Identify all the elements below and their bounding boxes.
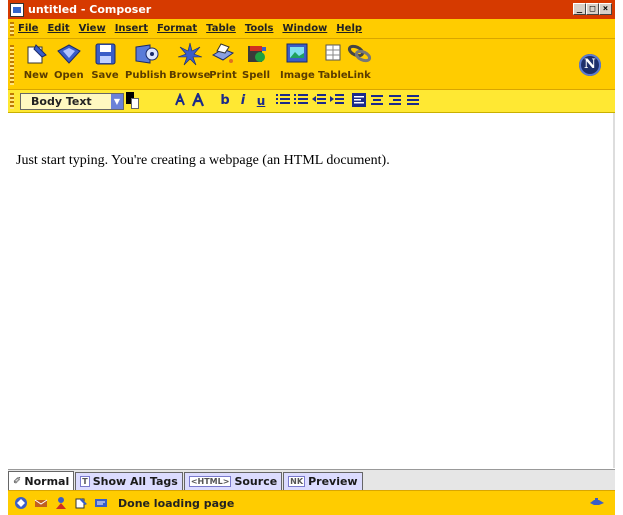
save-label: Save bbox=[91, 70, 119, 81]
spell-label: Spell bbox=[242, 70, 270, 81]
tab-source-label: Source bbox=[234, 475, 278, 488]
composer-icon[interactable] bbox=[74, 496, 88, 510]
menu-format[interactable]: Format bbox=[157, 23, 197, 34]
smaller-font-icon[interactable] bbox=[174, 92, 188, 109]
format-toolbar-grip[interactable] bbox=[10, 93, 14, 109]
spellcheck-icon bbox=[248, 46, 266, 62]
format-toolbar: Body Text ▼ b i u bbox=[8, 90, 615, 113]
larger-font-icon[interactable] bbox=[191, 91, 208, 109]
open-folder-icon bbox=[56, 44, 81, 64]
text-color-swatch[interactable] bbox=[126, 92, 140, 110]
menu-table[interactable]: Table bbox=[206, 23, 236, 34]
bold-icon[interactable]: b bbox=[218, 93, 232, 109]
tab-normal-label: Normal bbox=[24, 474, 70, 488]
tab-preview-label: Preview bbox=[308, 475, 358, 488]
outdent-icon[interactable] bbox=[312, 93, 326, 109]
print-label: Print bbox=[209, 70, 237, 81]
menu-window[interactable]: Window bbox=[282, 23, 327, 34]
browse-label: Browse bbox=[169, 70, 211, 81]
html-source-icon: <HTML> bbox=[188, 476, 232, 487]
menu-file[interactable]: File bbox=[18, 23, 38, 34]
tab-show-all-tags-label: Show All Tags bbox=[92, 475, 178, 488]
align-center-icon[interactable] bbox=[370, 93, 384, 109]
window-title: untitled - Composer bbox=[28, 3, 152, 16]
tab-preview[interactable]: NK Preview bbox=[283, 472, 363, 490]
publish-icon bbox=[135, 44, 159, 64]
floppy-disk-icon bbox=[95, 43, 116, 65]
preview-icon: NK bbox=[288, 476, 306, 487]
table-button[interactable]: Table bbox=[318, 41, 348, 81]
new-button[interactable]: New bbox=[22, 41, 50, 81]
composer-app-icon[interactable] bbox=[10, 2, 24, 17]
tags-icon: T bbox=[80, 476, 90, 487]
print-button[interactable]: Print bbox=[209, 41, 237, 81]
tab-normal[interactable]: ✐ Normal bbox=[8, 471, 75, 490]
italic-icon[interactable]: i bbox=[236, 93, 250, 109]
paragraph-style-select[interactable]: Body Text ▼ bbox=[20, 92, 124, 110]
composer-window: untitled - Composer _ □ × File Edit View… bbox=[8, 0, 615, 515]
menubar-grip[interactable] bbox=[10, 21, 14, 36]
table-icon bbox=[325, 44, 341, 61]
new-page-icon bbox=[27, 44, 47, 64]
link-button[interactable]: Link bbox=[345, 41, 373, 81]
image-button[interactable]: Image bbox=[280, 41, 315, 81]
editor-body-text[interactable]: Just start typing. You're creating a web… bbox=[16, 153, 390, 169]
link-icon bbox=[347, 44, 372, 63]
publish-button[interactable]: Publish bbox=[125, 41, 167, 81]
menu-help[interactable]: Help bbox=[336, 23, 362, 34]
new-label: New bbox=[23, 70, 49, 81]
menu-insert[interactable]: Insert bbox=[115, 23, 148, 34]
menu-view[interactable]: View bbox=[79, 23, 106, 34]
table-label: Table bbox=[318, 70, 348, 81]
tab-show-all-tags[interactable]: T Show All Tags bbox=[75, 472, 183, 490]
open-button[interactable]: Open bbox=[54, 41, 84, 81]
status-text: Done loading page bbox=[118, 496, 235, 510]
bulleted-list-icon[interactable] bbox=[276, 93, 290, 109]
browse-icon bbox=[177, 42, 202, 66]
menu-edit[interactable]: Edit bbox=[47, 23, 69, 34]
underline-icon[interactable]: u bbox=[254, 93, 268, 109]
composition-toolbar: New Open Save Publish Browse Print Spell… bbox=[8, 39, 615, 90]
chevron-down-icon[interactable]: ▼ bbox=[111, 93, 123, 109]
security-icon[interactable] bbox=[589, 497, 605, 507]
justify-icon[interactable] bbox=[406, 93, 420, 109]
tab-source[interactable]: <HTML> Source bbox=[183, 472, 283, 490]
open-label: Open bbox=[54, 70, 84, 81]
indent-icon[interactable] bbox=[330, 93, 344, 109]
image-label: Image bbox=[280, 70, 315, 81]
chat-icon[interactable] bbox=[94, 496, 108, 510]
save-button[interactable]: Save bbox=[91, 41, 119, 81]
maximize-button[interactable]: □ bbox=[586, 3, 599, 15]
browse-button[interactable]: Browse bbox=[169, 41, 210, 81]
align-left-icon[interactable] bbox=[352, 93, 366, 109]
paragraph-style-value: Body Text bbox=[31, 94, 92, 108]
close-button[interactable]: × bbox=[599, 3, 612, 15]
editor-content-area[interactable]: Just start typing. You're creating a web… bbox=[8, 113, 615, 468]
numbered-list-icon[interactable] bbox=[294, 93, 308, 109]
status-bar: Done loading page bbox=[8, 490, 615, 515]
toolbar-grip[interactable] bbox=[10, 45, 14, 85]
minimize-button[interactable]: _ bbox=[573, 3, 586, 15]
address-book-icon[interactable] bbox=[54, 496, 68, 510]
spell-button[interactable]: Spell bbox=[242, 41, 270, 81]
menu-bar: File Edit View Insert Format Table Tools… bbox=[8, 19, 615, 39]
publish-label: Publish bbox=[125, 70, 167, 81]
mail-icon[interactable] bbox=[34, 496, 48, 510]
pencil-icon: ✐ bbox=[13, 475, 22, 487]
printer-icon bbox=[211, 43, 235, 63]
edit-mode-tabs: ✐ Normal T Show All Tags <HTML> Source N… bbox=[8, 469, 615, 490]
background-color-icon bbox=[131, 98, 139, 109]
netscape-logo-icon[interactable]: N bbox=[579, 54, 601, 76]
link-label: Link bbox=[347, 70, 371, 81]
image-icon bbox=[286, 43, 308, 63]
menu-tools[interactable]: Tools bbox=[245, 23, 274, 34]
navigator-icon[interactable] bbox=[14, 496, 28, 510]
align-right-icon[interactable] bbox=[388, 93, 402, 109]
window-controls: _ □ × bbox=[573, 3, 612, 15]
title-bar: untitled - Composer _ □ × bbox=[8, 0, 615, 19]
